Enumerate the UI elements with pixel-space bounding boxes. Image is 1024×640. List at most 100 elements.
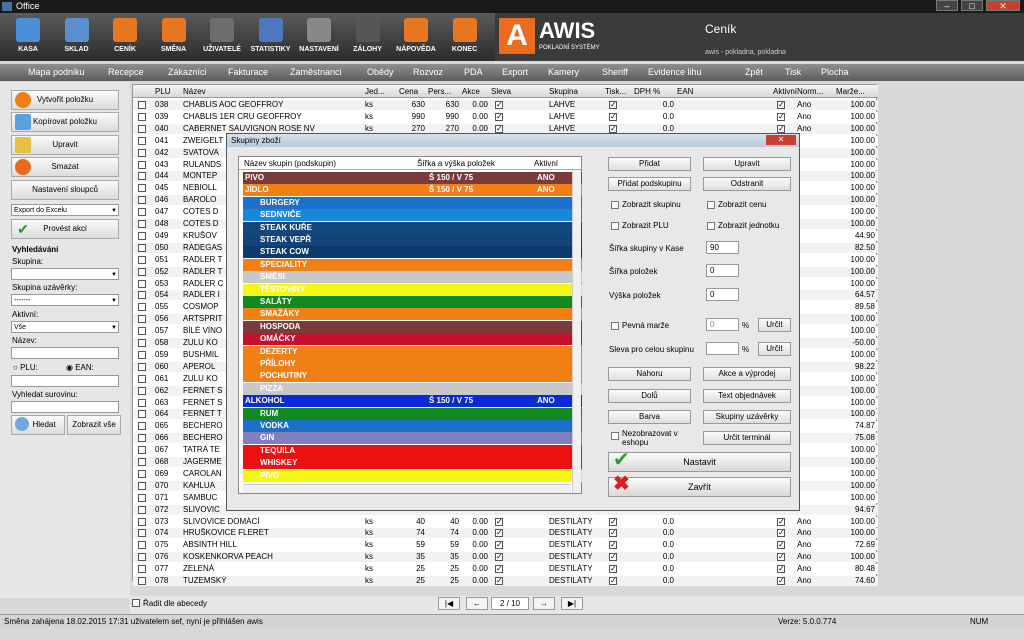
show-unit-checkbox[interactable] xyxy=(707,222,715,230)
row-select-checkbox[interactable] xyxy=(138,196,146,205)
table-row[interactable]: 078 TUZEMSKÝ ks 25 25 0.00 ✓ DESTILÁTY ✓ 0.0 ✓ Ano 7… xyxy=(133,576,878,586)
row-select-checkbox[interactable] xyxy=(138,291,146,300)
row-checkbox[interactable]: ✓ xyxy=(777,124,785,133)
copy-item-button[interactable]: Kopírovat položku xyxy=(11,112,119,132)
row-checkbox[interactable]: ✓ xyxy=(777,565,785,574)
col-header-3[interactable]: Cena xyxy=(399,87,418,96)
table-row[interactable]: 075 ABSINTH HILL ks 59 59 0.00 ✓ DESTILÁTY ✓ 0.0 ✓… xyxy=(133,540,878,551)
table-row[interactable]: 076 KOSKENKORVA PEACH ks 35 35 0.00 ✓ DESTILÁTY… xyxy=(133,552,878,563)
toolbar-4-button[interactable]: UŽIVATELÉ xyxy=(198,13,246,61)
prev-page-button[interactable]: ← xyxy=(466,597,488,610)
add-group-button[interactable]: Přidat xyxy=(608,157,691,171)
toolbar-3-button[interactable]: SMĚNA xyxy=(150,13,198,61)
row-select-checkbox[interactable] xyxy=(138,398,146,407)
discount-input[interactable] xyxy=(706,342,739,355)
row-checkbox[interactable]: ✓ xyxy=(777,553,785,562)
dialog-close-button[interactable]: ✕ xyxy=(766,135,796,145)
item-height-input[interactable]: 0 xyxy=(706,288,739,301)
row-checkbox[interactable]: ✓ xyxy=(495,517,503,526)
subgroup-row[interactable]: VODKA xyxy=(243,420,582,432)
row-select-checkbox[interactable] xyxy=(138,505,146,514)
row-checkbox[interactable]: ✓ xyxy=(777,529,785,538)
row-select-checkbox[interactable] xyxy=(138,469,146,478)
row-checkbox[interactable]: ✓ xyxy=(609,541,617,550)
table-row[interactable]: 077 ZELENÁ ks 25 25 0.00 ✓ DESTILÁTY ✓ 0.0 ✓ Ano 80.… xyxy=(133,564,878,575)
fixed-margin-checkbox[interactable] xyxy=(611,322,619,330)
toolbar-7-button[interactable]: ZÁLOHY xyxy=(344,13,392,61)
color-button[interactable]: Barva xyxy=(608,410,691,424)
row-checkbox[interactable]: ✓ xyxy=(495,577,503,585)
table-row[interactable]: 038 CHABLIS AOC GEOFFROY ks 630 630 0.00 ✓ LAHV… xyxy=(133,100,878,110)
subgroup-row[interactable]: SMAŽÁKY xyxy=(243,308,582,321)
col-header-1[interactable]: Název xyxy=(183,87,206,96)
list-hscrollbar[interactable] xyxy=(243,484,571,493)
row-checkbox[interactable]: ✓ xyxy=(777,517,785,526)
menu-item-1[interactable]: Recepce xyxy=(108,67,144,77)
subgroup-row[interactable]: TEQUILA xyxy=(243,444,582,457)
table-row[interactable]: 073 SLIVOVICE DOMÁCÍ ks 40 40 0.00 ✓ DESTILÁTY ✓… xyxy=(133,516,878,527)
item-width-input[interactable]: 0 xyxy=(706,264,739,277)
row-select-checkbox[interactable] xyxy=(138,541,146,550)
row-select-checkbox[interactable] xyxy=(138,279,146,288)
row-checkbox[interactable]: ✓ xyxy=(609,565,617,574)
row-checkbox[interactable]: ✓ xyxy=(777,541,785,550)
row-select-checkbox[interactable] xyxy=(138,339,146,347)
first-page-button[interactable]: |◀ xyxy=(438,597,460,610)
col-header-6[interactable]: Sleva xyxy=(491,87,511,96)
subgroup-row[interactable]: PIZZA xyxy=(243,382,582,395)
row-select-checkbox[interactable] xyxy=(138,184,146,193)
col-header-4[interactable]: Pers... xyxy=(428,87,451,96)
table-row[interactable]: 039 CHABLIS 1ER CRU GEOFFROY ks 990 990 0.00 ✓… xyxy=(133,111,878,122)
ean-radio[interactable]: ◉ EAN: xyxy=(66,363,94,372)
edit-button[interactable]: Upravit xyxy=(11,135,119,155)
row-select-checkbox[interactable] xyxy=(138,350,146,359)
group-row[interactable]: ALKOHOL Š 150 / V 75 ANO xyxy=(243,395,582,408)
menu-item-4[interactable]: Zaměstnanci xyxy=(290,67,342,77)
row-select-checkbox[interactable] xyxy=(138,458,146,466)
row-checkbox[interactable]: ✓ xyxy=(609,112,617,121)
maximize-button[interactable]: □ xyxy=(961,0,983,11)
row-select-checkbox[interactable] xyxy=(138,422,146,431)
col-header-5[interactable]: Akce xyxy=(462,87,480,96)
margin-input[interactable]: 0 xyxy=(706,318,739,331)
row-select-checkbox[interactable] xyxy=(138,374,146,383)
row-checkbox[interactable]: ✓ xyxy=(609,517,617,526)
menu-item-5[interactable]: Obědy xyxy=(367,67,394,77)
move-down-button[interactable]: Dolů xyxy=(608,389,691,403)
subgroup-row[interactable]: PIVO xyxy=(243,469,582,482)
list-scrollbar[interactable] xyxy=(572,170,581,493)
row-select-checkbox[interactable] xyxy=(138,446,146,455)
col-header-2[interactable]: Jed... xyxy=(365,87,385,96)
subgroup-row[interactable]: TĚSTOVINY xyxy=(243,283,582,296)
group-row[interactable]: PIVO Š 150 / V 75 ANO xyxy=(243,172,582,184)
row-select-checkbox[interactable] xyxy=(138,267,146,276)
close-group-select[interactable]: ------- ▼ xyxy=(11,294,119,306)
row-select-checkbox[interactable] xyxy=(138,362,146,371)
create-item-button[interactable]: Vytvořit položku xyxy=(11,90,119,110)
row-checkbox[interactable]: ✓ xyxy=(495,541,503,550)
add-subgroup-button[interactable]: Přidat podskupinu xyxy=(608,177,691,191)
subgroup-row[interactable]: OMÁČKY xyxy=(243,333,582,346)
menu-item-13[interactable]: Tisk xyxy=(785,67,801,77)
subgroup-row[interactable]: STEAK COW xyxy=(243,246,582,259)
row-select-checkbox[interactable] xyxy=(138,529,146,538)
export-select[interactable]: Export do Excelu ▼ xyxy=(11,204,119,216)
menu-item-3[interactable]: Fakturace xyxy=(228,67,268,77)
menu-item-7[interactable]: PDA xyxy=(464,67,483,77)
row-select-checkbox[interactable] xyxy=(138,327,146,336)
row-checkbox[interactable]: ✓ xyxy=(495,529,503,538)
row-checkbox[interactable]: ✓ xyxy=(495,112,503,121)
move-up-button[interactable]: Nahoru xyxy=(608,367,691,381)
row-checkbox[interactable]: ✓ xyxy=(777,101,785,109)
menu-item-12[interactable]: Zpět xyxy=(745,67,763,77)
toolbar-1-button[interactable]: SKLAD xyxy=(53,13,101,61)
row-select-checkbox[interactable] xyxy=(138,136,146,145)
row-select-checkbox[interactable] xyxy=(138,243,146,252)
toolbar-9-button[interactable]: KONEC xyxy=(441,13,489,61)
name-input[interactable] xyxy=(11,347,119,359)
toolbar-8-button[interactable]: NÁPOVĚDA xyxy=(392,13,440,61)
subgroup-row[interactable]: STEAK KUŘE xyxy=(243,221,582,234)
toolbar-2-button[interactable]: CENÍK xyxy=(101,13,149,61)
row-select-checkbox[interactable] xyxy=(138,410,146,419)
close-window-button[interactable]: ✕ xyxy=(986,0,1020,11)
